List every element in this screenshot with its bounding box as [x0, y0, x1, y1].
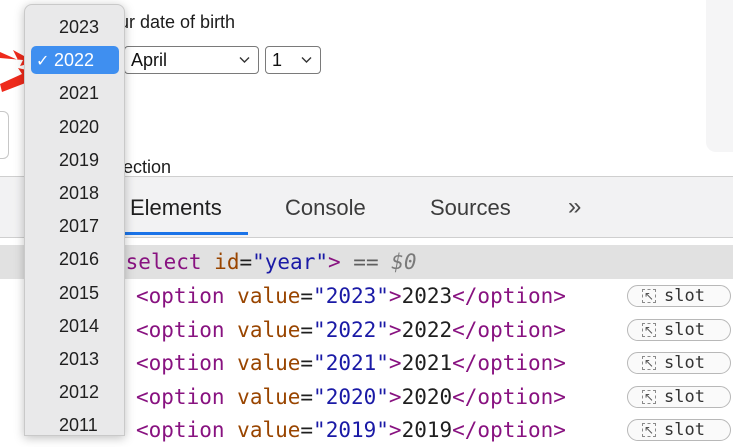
slot-badge[interactable]: slot [627, 352, 731, 374]
attr-value: "2023" [313, 284, 389, 308]
slot-reveal-icon [642, 420, 656, 440]
slot-label: slot [664, 353, 705, 373]
year-option-2011[interactable]: 2011 [31, 411, 119, 439]
attr-value: "2020" [313, 384, 389, 409]
slot-label: slot [664, 319, 705, 340]
option-text: 2019 [401, 418, 453, 442]
tag-name: <option [136, 351, 225, 375]
year-option-label: 2023 [59, 17, 100, 37]
year-option-label: 2018 [59, 183, 100, 203]
left-panel-fragment [0, 111, 9, 159]
slot-reveal-icon [642, 320, 656, 340]
year-option-label: 2011 [59, 415, 98, 436]
option-text: 2022 [401, 317, 453, 342]
active-tab-indicator [116, 232, 248, 235]
section-heading: ection [123, 157, 172, 177]
slot-badge[interactable]: slot [627, 419, 731, 441]
option-text: 2021 [401, 351, 453, 375]
year-option-2016[interactable]: 2016 [31, 245, 119, 273]
year-option-2019[interactable]: 2019 [31, 146, 119, 174]
year-option-2023[interactable]: 2023 [31, 13, 119, 41]
tag-name: <option [136, 284, 225, 308]
year-option-2020[interactable]: 2020 [31, 113, 119, 141]
month-select[interactable]: April [124, 46, 259, 74]
year-option-2021[interactable]: 2021 [31, 79, 119, 107]
tag-close: </option> [452, 418, 566, 442]
year-option-label: 2017 [59, 216, 100, 237]
node-var: $0 [391, 250, 417, 274]
year-option-2022[interactable]: ✓ 2022 [31, 46, 119, 75]
tag-name: <option [136, 384, 225, 409]
attr-name: value [237, 284, 301, 308]
attr-name: value [237, 351, 301, 375]
year-option-label: 2016 [59, 249, 100, 270]
slot-badge[interactable]: slot [627, 385, 731, 408]
tab-elements[interactable]: Elements [130, 195, 222, 221]
year-option-label: 2019 [59, 149, 100, 170]
slot-badge[interactable]: slot [627, 318, 731, 341]
dob-label: ur date of birth [119, 12, 236, 32]
tag-close: </option> [452, 284, 566, 308]
slot-badge[interactable]: slot [627, 285, 731, 307]
year-option-label: 2022 [54, 50, 95, 71]
year-option-label: 2012 [59, 382, 100, 403]
attr-name: value [237, 384, 301, 409]
attr-value: "2019" [313, 418, 389, 442]
year-option-label: 2013 [59, 349, 100, 369]
attr-value: "year" [252, 250, 328, 274]
year-option-label: 2021 [59, 83, 100, 104]
tag-close: </option> [452, 317, 566, 342]
attr-value: "2021" [313, 351, 389, 375]
slot-label: slot [664, 286, 705, 306]
node-marker: == [353, 250, 379, 274]
day-select-value: 1 [272, 50, 283, 70]
tag-name: select [125, 250, 202, 274]
tag-close: </option> [452, 384, 566, 409]
tag-name: <option [136, 317, 225, 342]
side-panel [706, 0, 733, 152]
year-option-2013[interactable]: 2013 [31, 345, 119, 373]
slot-label: slot [664, 386, 705, 407]
attr-name: id [214, 250, 240, 274]
attr-name: value [237, 418, 301, 442]
year-option-label: 2014 [59, 315, 100, 336]
tab-console[interactable]: Console [285, 195, 366, 221]
tab-sources[interactable]: Sources [430, 195, 511, 221]
more-tabs-button[interactable]: » [568, 193, 581, 221]
slot-reveal-icon [642, 387, 656, 407]
slot-label: slot [664, 420, 705, 440]
year-option-2017[interactable]: 2017 [31, 212, 119, 240]
slot-reveal-icon [642, 353, 656, 373]
month-select-value: April [131, 50, 168, 70]
year-option-label: 2020 [59, 116, 100, 137]
tag-close: </option> [452, 351, 566, 375]
day-select[interactable]: 1 [265, 46, 321, 74]
year-option-2018[interactable]: 2018 [31, 179, 119, 207]
year-option-label: 2015 [59, 282, 100, 303]
option-text: 2020 [401, 384, 453, 409]
option-text: 2023 [401, 284, 453, 308]
checkmark-icon: ✓ [36, 53, 50, 71]
chevron-down-icon [301, 57, 312, 63]
attr-name: value [237, 317, 301, 342]
year-option-2012[interactable]: 2012 [31, 378, 119, 406]
year-option-2015[interactable]: 2015 [31, 279, 119, 307]
chevron-down-icon [239, 57, 250, 63]
slot-reveal-icon [642, 286, 656, 306]
tag-name: <option [136, 418, 225, 442]
attr-value: "2022" [313, 317, 389, 342]
year-option-2014[interactable]: 2014 [31, 312, 119, 340]
year-dropdown[interactable]: 2023 ✓ 2022 2021 2020 2019 2018 2017 2016 2015 201… [24, 4, 125, 436]
